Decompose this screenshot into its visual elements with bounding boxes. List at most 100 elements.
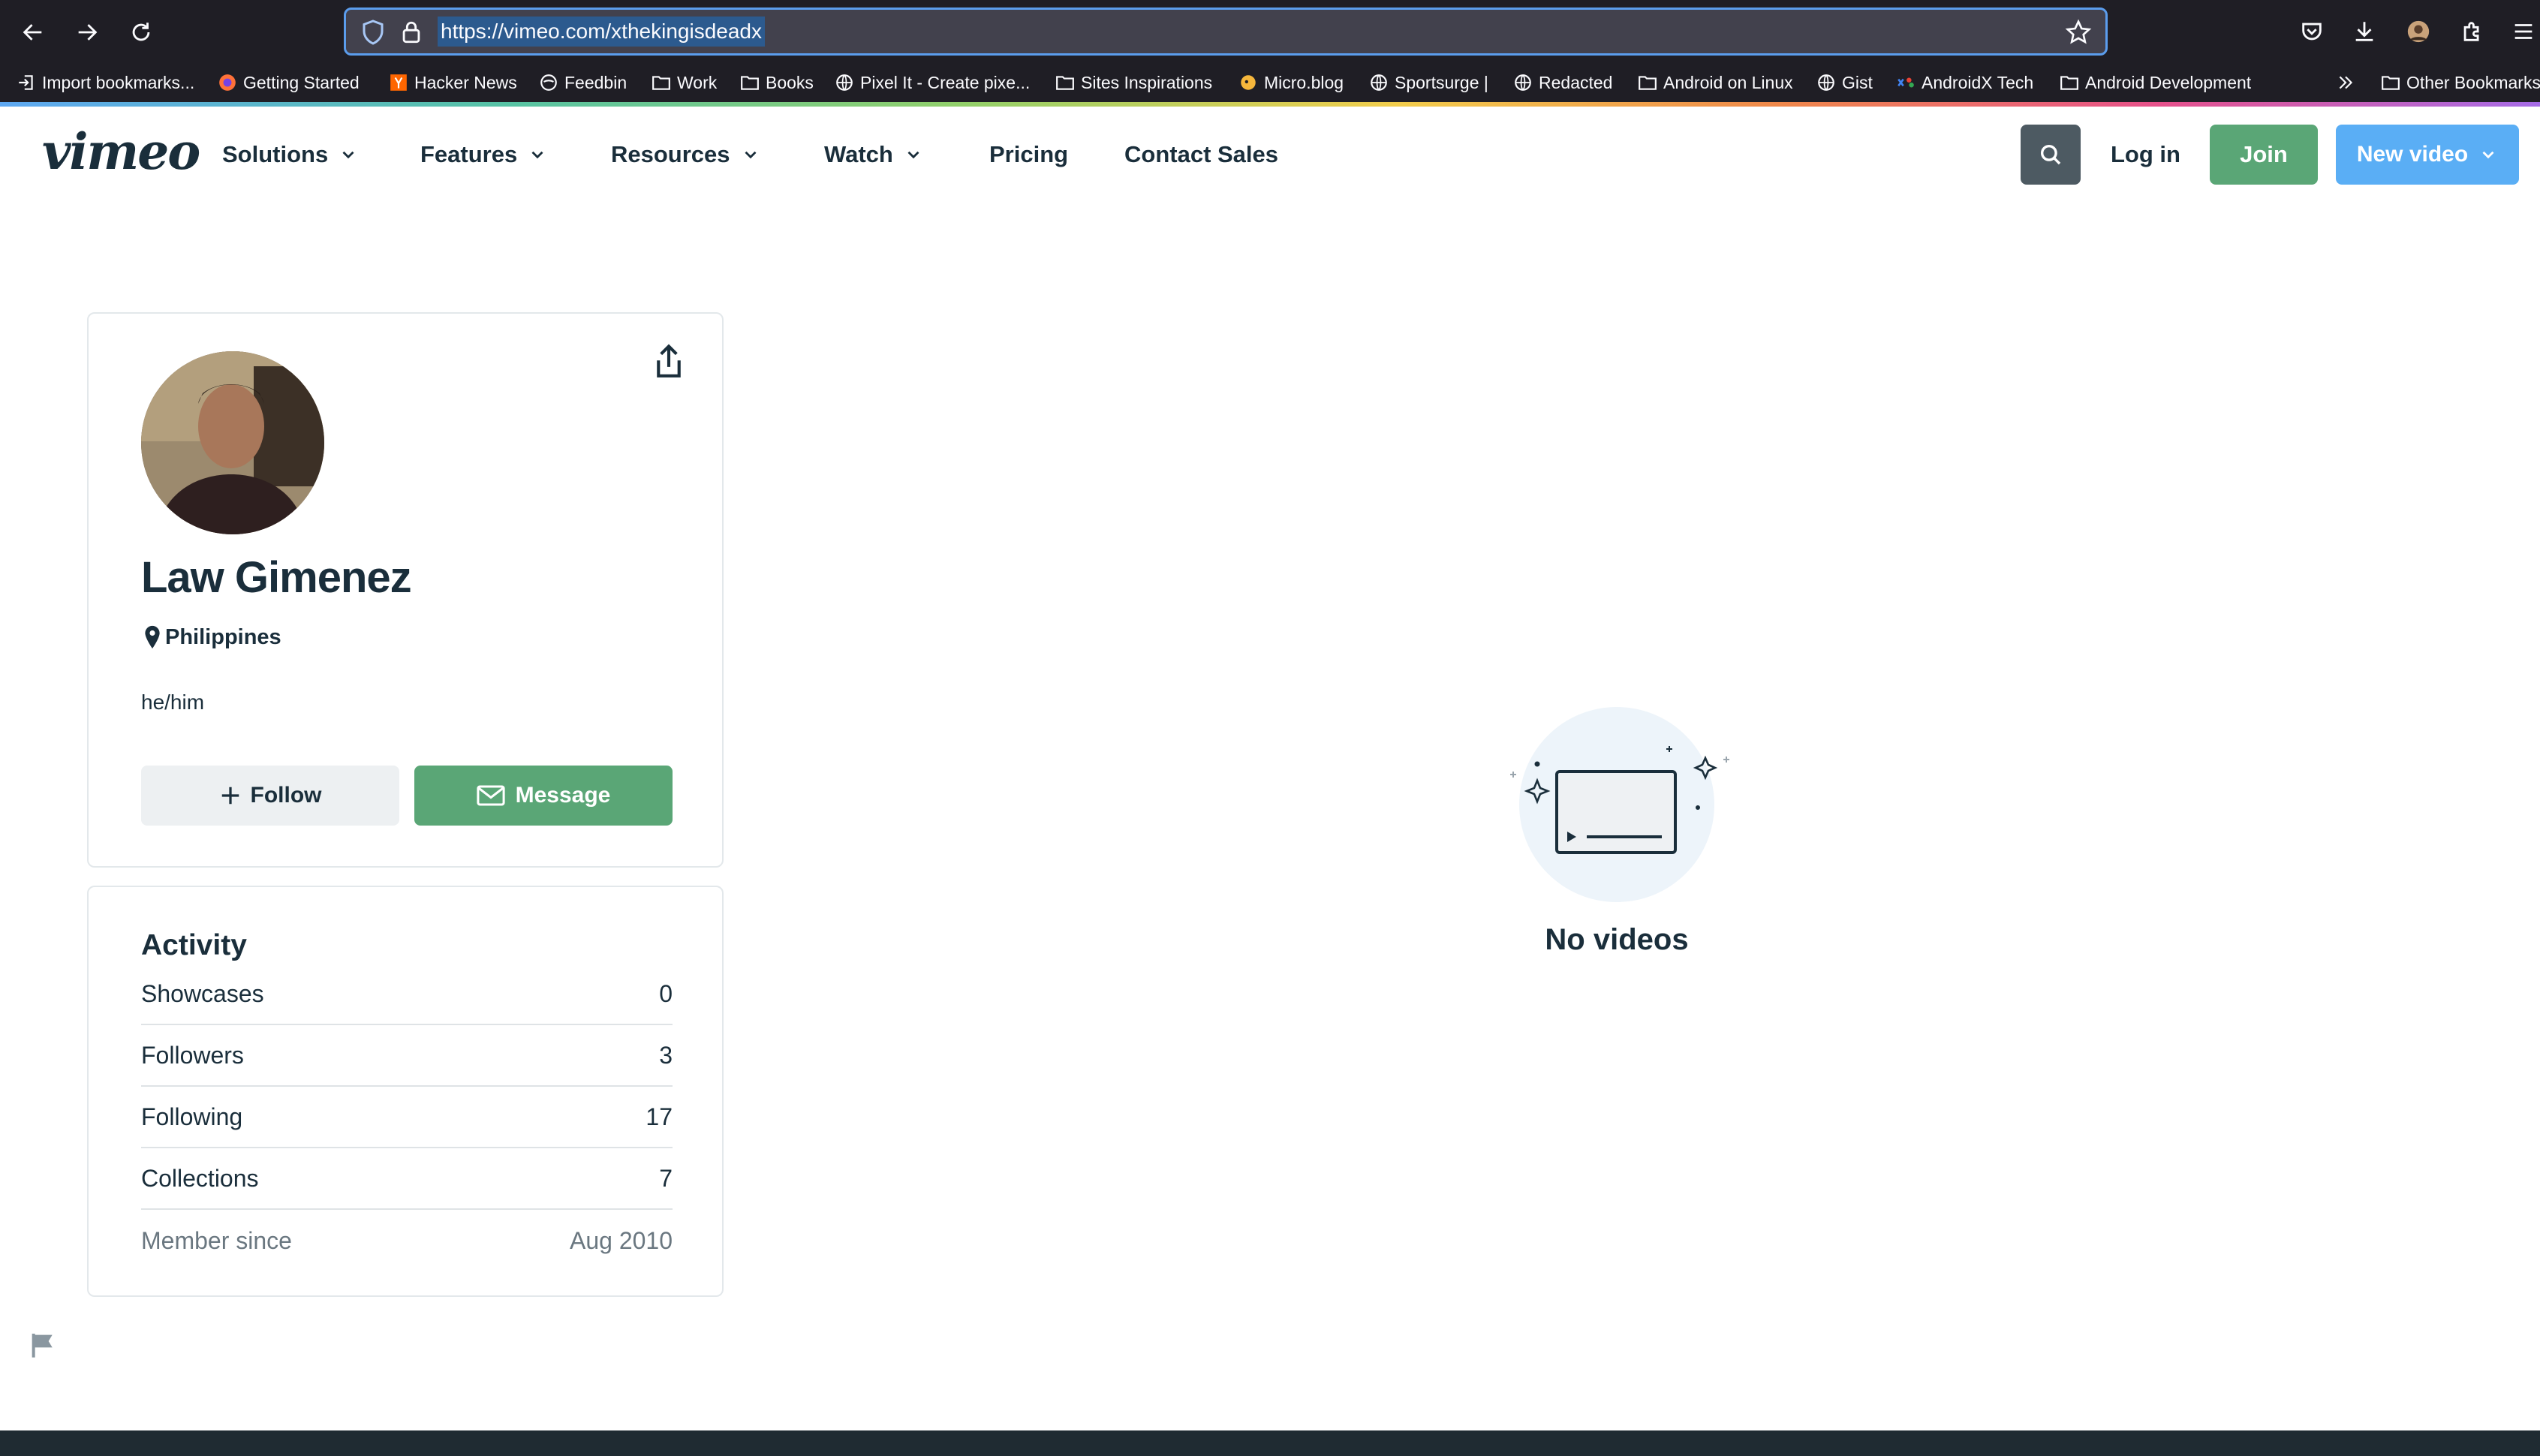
bookmark-feedbin[interactable]: Feedbin: [539, 69, 627, 96]
forward-button[interactable]: [65, 11, 110, 54]
browser-toolbar: https://vimeo.com/xthekingisdeadx: [0, 0, 2540, 63]
bookmark-hacker-news[interactable]: Hacker News: [389, 69, 517, 96]
pocket-button[interactable]: [2295, 15, 2328, 48]
chevron-down-icon: [342, 151, 354, 159]
bookmark-label: Getting Started: [243, 72, 360, 92]
globe-icon: [835, 73, 854, 92]
activity-label: Following: [141, 1103, 243, 1130]
nav-label: Resources: [611, 141, 730, 167]
bookmark-label: Redacted: [1539, 72, 1613, 92]
bookmark-import[interactable]: Import bookmarks...: [17, 69, 194, 96]
bookmark-label: Sportsurge |: [1395, 72, 1488, 92]
follow-button[interactable]: Follow: [141, 766, 399, 826]
activity-title: Activity: [141, 929, 247, 961]
avatar: [141, 351, 324, 534]
activity-card: Activity Showcases 0 Followers 3 Followi…: [87, 886, 724, 1297]
bookmark-redacted[interactable]: Redacted: [1513, 69, 1612, 96]
activity-value: 0: [659, 979, 673, 1007]
activity-value: 7: [659, 1164, 673, 1192]
nav-watch[interactable]: Watch: [824, 140, 923, 170]
reload-button[interactable]: [119, 11, 164, 54]
empty-videos-illustration: [1510, 707, 1729, 902]
profile-photo: [141, 351, 324, 534]
chevron-down-icon: [745, 151, 757, 159]
puzzle-icon: [2463, 22, 2479, 41]
bookmark-folder-books[interactable]: Books: [740, 69, 814, 96]
bookmark-folder-other-bookmarks[interactable]: Other Bookmarks: [2381, 69, 2540, 96]
vimeo-logo[interactable]: vimeo: [42, 127, 200, 176]
plus-icon: [221, 787, 239, 805]
activity-label: Collections: [141, 1164, 259, 1192]
nav-label: Pricing: [989, 141, 1069, 167]
share-button[interactable]: [650, 341, 688, 383]
nav-label: Features: [420, 141, 518, 167]
bookmark-gist[interactable]: Gist: [1816, 69, 1873, 96]
star-icon[interactable]: [2065, 19, 2092, 46]
activity-row-followers[interactable]: Followers 3: [141, 1025, 673, 1087]
folder-icon: [740, 73, 760, 92]
folder-icon: [652, 73, 671, 92]
join-button[interactable]: Join: [2210, 125, 2318, 185]
search-icon: [2040, 144, 2061, 165]
bookmarks-overflow-button[interactable]: [2336, 69, 2361, 96]
map-pin-icon: [145, 625, 160, 649]
firefox-icon: [218, 73, 237, 92]
activity-label: Showcases: [141, 979, 264, 1007]
new-video-button[interactable]: New video: [2336, 125, 2519, 185]
downloads-button[interactable]: [2348, 15, 2381, 48]
arrow-left-icon: [23, 24, 42, 41]
bookmark-androidx-tech[interactable]: AndroidX Tech: [1896, 69, 2033, 96]
nav-contact-sales[interactable]: Contact Sales: [1124, 140, 1278, 170]
page-footer: [0, 1430, 2540, 1456]
activity-label: Member since: [141, 1226, 292, 1254]
bookmark-pixel-it[interactable]: Pixel It - Create pixe...: [835, 69, 1030, 96]
shield-icon[interactable]: [360, 19, 387, 46]
profile-pronouns: he/him: [141, 690, 205, 714]
extensions-button[interactable]: [2456, 15, 2489, 48]
activity-row-collections[interactable]: Collections 7: [141, 1148, 673, 1210]
bookmark-folder-work[interactable]: Work: [652, 69, 717, 96]
url-bar[interactable]: https://vimeo.com/xthekingisdeadx: [344, 8, 2108, 56]
folder-icon: [1638, 73, 1657, 92]
message-button[interactable]: Message: [414, 766, 673, 826]
profile-card: Law Gimenez Philippines he/him Follow Me…: [87, 312, 724, 868]
account-button[interactable]: [2402, 15, 2435, 48]
activity-row-following[interactable]: Following 17: [141, 1087, 673, 1148]
microblog-icon: [1238, 73, 1258, 92]
bookmark-folder-android-on-linux[interactable]: Android on Linux: [1638, 69, 1793, 96]
bookmark-folder-sites-inspirations[interactable]: Sites Inspirations: [1055, 69, 1212, 96]
nav-solutions[interactable]: Solutions: [222, 140, 358, 170]
activity-value: 3: [659, 1041, 673, 1069]
activity-value: Aug 2010: [569, 1226, 673, 1254]
bookmark-folder-android-development[interactable]: Android Development: [2060, 69, 2251, 96]
search-button[interactable]: [2021, 125, 2081, 185]
account-avatar-icon: [2407, 20, 2430, 43]
nav-features[interactable]: Features: [420, 140, 547, 170]
menu-button[interactable]: [2507, 15, 2540, 48]
message-label: Message: [515, 783, 611, 808]
nav-pricing[interactable]: Pricing: [989, 140, 1068, 170]
bookmark-microblog[interactable]: Micro.blog: [1238, 69, 1344, 96]
follow-label: Follow: [250, 783, 322, 808]
bookmark-getting-started[interactable]: Getting Started: [218, 69, 360, 96]
url-text[interactable]: https://vimeo.com/xthekingisdeadx: [438, 17, 765, 47]
bookmark-label: Other Bookmarks: [2406, 72, 2540, 92]
envelope-icon: [477, 785, 505, 806]
login-link[interactable]: Log in: [2111, 140, 2180, 170]
bookmark-sportsurge[interactable]: Sportsurge |: [1369, 69, 1488, 96]
report-flag-icon[interactable]: [29, 1330, 59, 1360]
toolbar-accent-stripe: [0, 102, 2540, 107]
lock-icon[interactable]: [399, 19, 424, 46]
folder-icon: [1055, 73, 1075, 92]
globe-icon: [1369, 73, 1389, 92]
bookmark-label: Android Development: [2085, 72, 2252, 92]
activity-row-member-since: Member since Aug 2010: [141, 1210, 673, 1271]
activity-row-showcases[interactable]: Showcases 0: [141, 964, 673, 1025]
nav-resources[interactable]: Resources: [611, 140, 760, 170]
activity-value: 17: [646, 1103, 673, 1130]
empty-videos-text: No videos: [1545, 923, 1689, 956]
profile-location: Philippines: [144, 624, 281, 650]
chevron-down-icon: [2482, 151, 2494, 159]
back-button[interactable]: [11, 11, 56, 54]
bookmark-label: Android on Linux: [1663, 72, 1793, 92]
